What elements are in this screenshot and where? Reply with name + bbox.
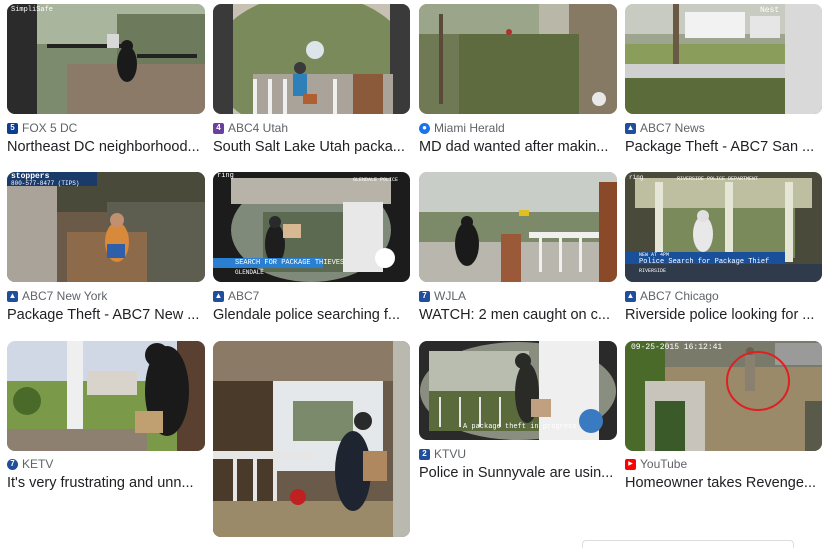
source-name: YouTube xyxy=(640,457,688,471)
result-thumbnail[interactable]: stoppers 800-577-8477 (TIPS) xyxy=(7,172,205,282)
result-thumbnail[interactable]: A package theft in progress xyxy=(419,341,617,440)
result-title[interactable]: WATCH: 2 men caught on c... xyxy=(419,306,614,324)
result-thumbnail[interactable] xyxy=(213,4,410,114)
result-source: 7 WJLA xyxy=(419,289,466,303)
globe-icon: ● xyxy=(419,122,430,134)
result-source: ▲ ABC7 New York xyxy=(7,289,107,303)
ring-logo: ring xyxy=(217,172,234,180)
abc7-icon: ▲ xyxy=(7,290,18,302)
result-source: ● Miami Herald xyxy=(419,121,505,135)
result-source: 2 KTVU xyxy=(419,447,466,461)
result-title[interactable]: South Salt Lake Utah packa... xyxy=(213,138,408,156)
result-title[interactable]: It's very frustrating and unn... xyxy=(7,474,202,492)
news-banner: Police Search for Package Thief xyxy=(639,258,770,266)
result-title[interactable]: Police in Sunnyvale are usin... xyxy=(419,464,614,482)
source-name: Miami Herald xyxy=(434,121,505,135)
result-thumbnail[interactable]: Nest xyxy=(625,4,822,114)
fox5-icon: 5 xyxy=(7,122,18,134)
watermark-text: Nest xyxy=(760,6,780,15)
result-source: ▲ ABC7 News xyxy=(625,121,705,135)
timestamp-overlay: 09-25-2015 16:12:41 xyxy=(631,343,723,352)
result-title[interactable]: Package Theft - ABC7 San ... xyxy=(625,138,820,156)
result-thumbnail[interactable] xyxy=(213,341,410,537)
source-name: WJLA xyxy=(434,289,467,303)
tip-line-text: 800-577-8477 (TIPS) xyxy=(11,180,80,187)
result-thumbnail[interactable]: ring GLENDALE POLICE SEARCH FOR PACKAGE … xyxy=(213,172,410,282)
result-source: ▲ ABC7 xyxy=(213,289,259,303)
wjla-icon: 7 xyxy=(419,290,430,302)
result-title[interactable]: Riverside police looking for ... xyxy=(625,306,820,324)
result-thumbnail[interactable] xyxy=(419,172,617,282)
source-name: KETV xyxy=(22,457,54,471)
abc7-icon: ▲ xyxy=(625,122,636,134)
source-name: ABC7 New York xyxy=(22,289,108,303)
video-caption: A package theft in progress xyxy=(463,423,577,431)
result-title[interactable]: Glendale police searching f... xyxy=(213,306,408,324)
news-banner-sub: GLENDALE xyxy=(235,269,264,276)
result-source: ▲ ABC7 Chicago xyxy=(625,289,719,303)
ktvu-icon: 2 xyxy=(419,448,430,460)
result-thumbnail[interactable]: ring RIVERSIDE POLICE DEPARTMENT NEW AT … xyxy=(625,172,822,282)
watermark-text: SimpliSafe xyxy=(11,6,54,14)
news-banner-sub: RIVERSIDE xyxy=(639,268,667,274)
result-thumbnail[interactable] xyxy=(419,4,617,114)
result-thumbnail[interactable] xyxy=(7,341,205,451)
result-thumbnail[interactable]: 09-25-2015 16:12:41 xyxy=(625,341,822,451)
youtube-icon: ▶ xyxy=(625,458,636,470)
result-source: 4 ABC4 Utah xyxy=(213,121,288,135)
news-banner: SEARCH FOR PACKAGE THIEVES xyxy=(235,259,345,267)
abc7-icon: ▲ xyxy=(625,290,636,302)
source-name: ABC4 Utah xyxy=(228,121,289,135)
result-thumbnail[interactable]: SimpliSafe xyxy=(7,4,205,114)
source-name: ABC7 News xyxy=(640,121,705,135)
result-title[interactable]: Package Theft - ABC7 New ... xyxy=(7,306,202,324)
source-name: ABC7 Chicago xyxy=(640,289,719,303)
station-label: RIVERSIDE POLICE DEPARTMENT xyxy=(677,176,759,182)
result-source: 7 KETV xyxy=(7,457,53,471)
ketv-icon: 7 xyxy=(7,458,18,470)
result-title[interactable]: Northeast DC neighborhood... xyxy=(7,138,202,156)
result-source: 5 FOX 5 DC xyxy=(7,121,77,135)
source-name: ABC7 xyxy=(228,289,260,303)
abc4-icon: 4 xyxy=(213,122,224,134)
result-source: ▶ YouTube xyxy=(625,457,687,471)
result-title[interactable]: MD dad wanted after makin... xyxy=(419,138,614,156)
station-label: GLENDALE POLICE xyxy=(353,177,399,183)
abc7-icon: ▲ xyxy=(213,290,224,302)
result-title[interactable]: Homeowner takes Revenge... xyxy=(625,474,820,492)
ring-logo: ring xyxy=(629,174,644,181)
source-name: KTVU xyxy=(434,447,467,461)
source-name: FOX 5 DC xyxy=(22,121,78,135)
